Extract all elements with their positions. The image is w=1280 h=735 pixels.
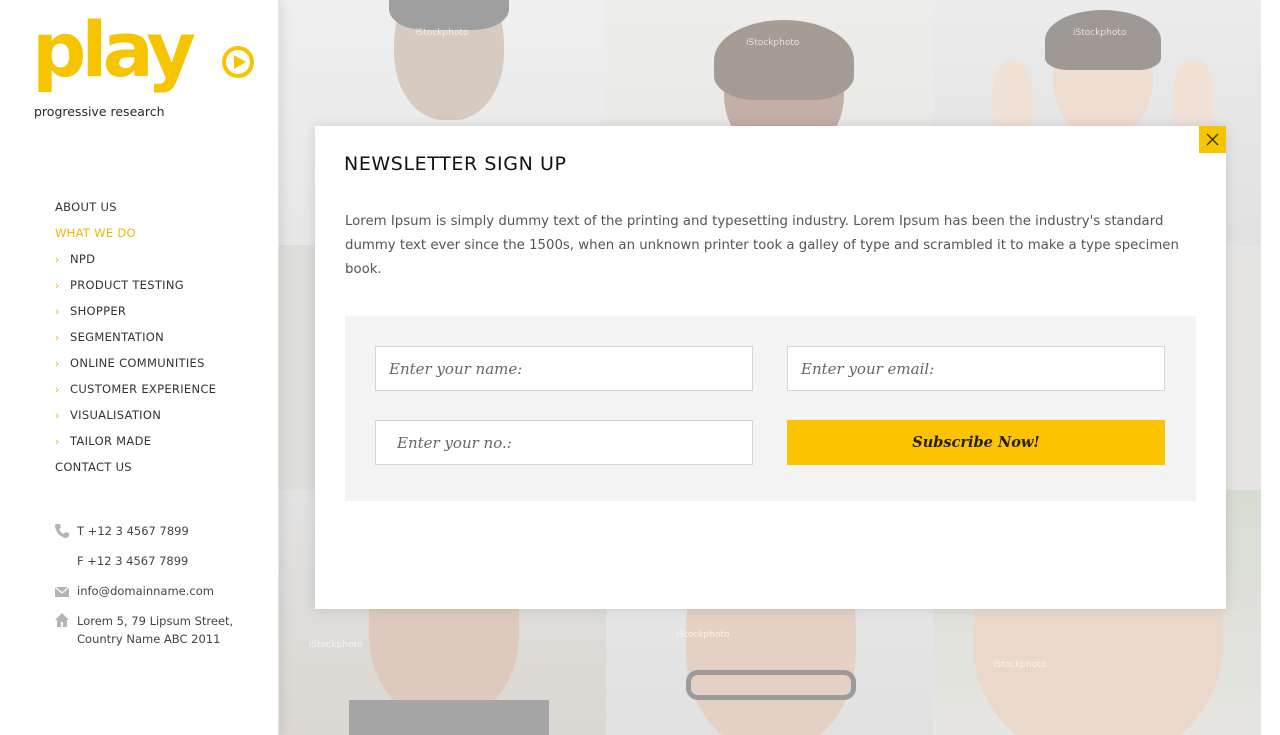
nav-item-visualisation[interactable]: › VISUALISATION bbox=[55, 406, 216, 432]
main-nav: ABOUT US WHAT WE DO › NPD › PRODUCT TESTIN… bbox=[55, 198, 216, 484]
chevron-right-icon: › bbox=[55, 331, 60, 344]
nav-label: ONLINE COMMUNITIES bbox=[70, 356, 205, 370]
nav-item-about-us[interactable]: ABOUT US bbox=[55, 198, 216, 224]
right-edge bbox=[1261, 0, 1280, 735]
nav-item-tailor-made[interactable]: › TAILOR MADE bbox=[55, 432, 216, 458]
phone-icon bbox=[55, 524, 69, 538]
subscribe-button[interactable]: Subscribe Now! bbox=[787, 420, 1165, 465]
play-icon bbox=[222, 46, 254, 78]
nav-item-what-we-do[interactable]: WHAT WE DO bbox=[55, 224, 216, 250]
nav-label: TAILOR MADE bbox=[70, 434, 152, 448]
logo-tagline: progressive research bbox=[34, 104, 165, 119]
nav-label: ABOUT US bbox=[55, 200, 117, 214]
chevron-right-icon: › bbox=[55, 435, 60, 448]
nav-label: CONTACT US bbox=[55, 460, 132, 474]
chevron-right-icon: › bbox=[55, 409, 60, 422]
nav-item-customer-experience[interactable]: › CUSTOMER EXPERIENCE bbox=[55, 380, 216, 406]
modal-title: NEWSLETTER SIGN UP bbox=[344, 153, 567, 175]
email-link[interactable]: info@domainname.com bbox=[77, 582, 214, 600]
fax-number: F +12 3 4567 7899 bbox=[77, 554, 189, 568]
nav-label: SEGMENTATION bbox=[70, 330, 165, 344]
close-button[interactable] bbox=[1199, 126, 1226, 153]
logo-wordmark: play bbox=[32, 5, 196, 94]
nav-label: WHAT WE DO bbox=[55, 226, 136, 240]
chevron-right-icon: › bbox=[55, 279, 60, 292]
chevron-right-icon: › bbox=[55, 305, 60, 318]
signup-form: Subscribe Now! bbox=[345, 316, 1196, 501]
home-icon bbox=[55, 613, 69, 627]
nav-item-online-communities[interactable]: › ONLINE COMMUNITIES bbox=[55, 354, 216, 380]
nav-label: NPD bbox=[70, 252, 96, 266]
logo[interactable]: play progressive research bbox=[32, 12, 254, 120]
modal-description: Lorem Ipsum is simply dummy text of the … bbox=[345, 214, 1179, 277]
nav-label: SHOPPER bbox=[70, 304, 127, 318]
mail-icon bbox=[54, 586, 70, 597]
nav-item-shopper[interactable]: › SHOPPER bbox=[55, 302, 216, 328]
phone-number-input[interactable] bbox=[375, 420, 753, 465]
address-line-1: Lorem 5, 79 Lipsum Street, bbox=[77, 614, 234, 628]
chevron-right-icon: › bbox=[55, 357, 60, 370]
address-line-2: Country Name ABC 2011 bbox=[77, 632, 221, 646]
nav-item-segmentation[interactable]: › SEGMENTATION bbox=[55, 328, 216, 354]
chevron-right-icon: › bbox=[55, 383, 60, 396]
newsletter-modal: NEWSLETTER SIGN UP Lorem Ipsum is simply… bbox=[315, 126, 1226, 609]
close-icon bbox=[1206, 133, 1219, 146]
nav-label: PRODUCT TESTING bbox=[70, 278, 184, 292]
nav-label: VISUALISATION bbox=[70, 408, 162, 422]
nav-item-contact-us[interactable]: CONTACT US bbox=[55, 458, 216, 484]
nav-item-npd[interactable]: › NPD bbox=[55, 250, 216, 276]
email-input[interactable] bbox=[787, 346, 1165, 391]
phone-number: T +12 3 4567 7899 bbox=[77, 524, 189, 538]
chevron-right-icon: › bbox=[55, 253, 60, 266]
nav-label: CUSTOMER EXPERIENCE bbox=[70, 382, 217, 396]
nav-item-product-testing[interactable]: › PRODUCT TESTING bbox=[55, 276, 216, 302]
name-input[interactable] bbox=[375, 346, 753, 391]
sidebar: play progressive research ABOUT US WHAT … bbox=[0, 0, 279, 735]
